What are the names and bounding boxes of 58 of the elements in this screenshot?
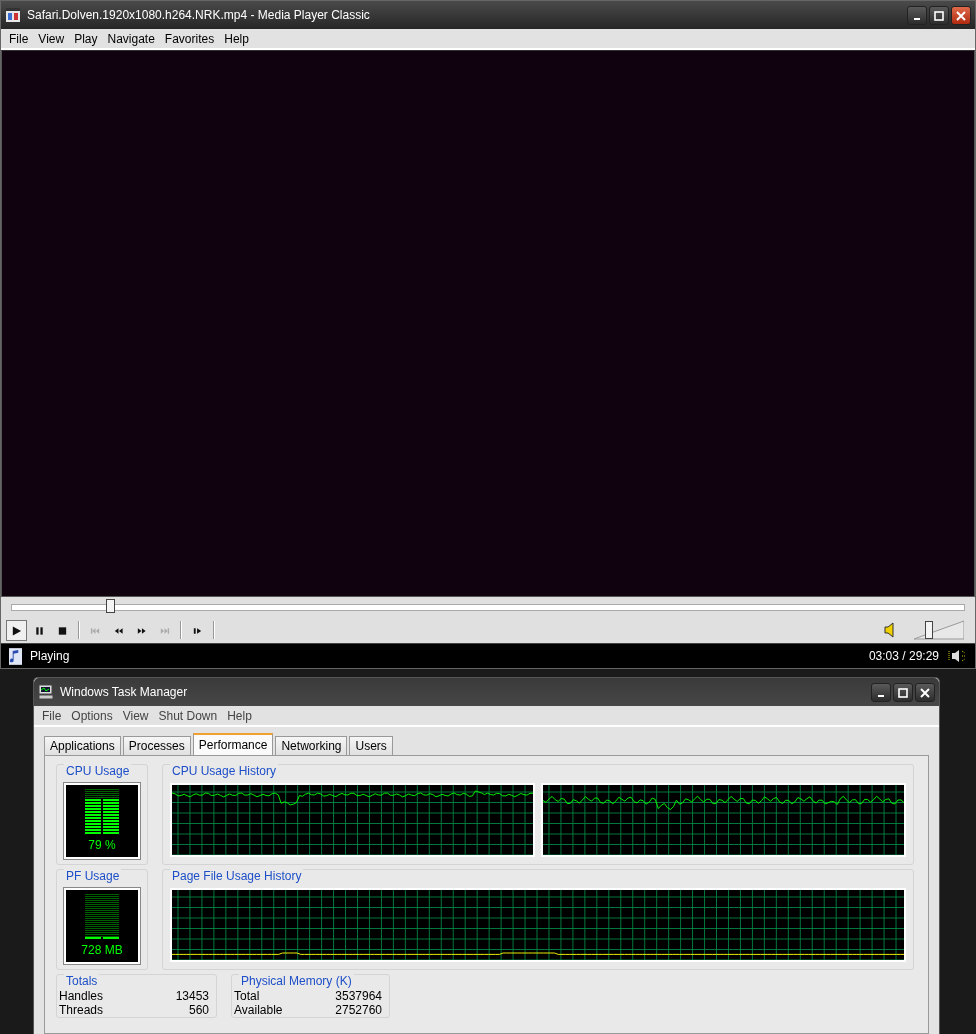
group-label: CPU Usage History bbox=[170, 764, 279, 778]
minimize-icon bbox=[914, 17, 920, 20]
maximize-icon bbox=[897, 686, 909, 699]
maximize-icon bbox=[933, 9, 945, 22]
stat-label: Threads bbox=[59, 1003, 104, 1017]
menu-item[interactable]: View bbox=[34, 31, 69, 46]
stat-label: Total bbox=[234, 989, 260, 1003]
stat-value: 560 bbox=[188, 1003, 209, 1017]
stat-value: 3537964 bbox=[335, 989, 382, 1003]
menu-item[interactable]: Help bbox=[220, 31, 253, 46]
tab[interactable]: Performance bbox=[192, 733, 274, 755]
pf-usage-reading: 728 MB bbox=[81, 943, 123, 957]
window-title: Windows Task Manager bbox=[60, 685, 188, 699]
tab[interactable]: Processes bbox=[122, 736, 191, 755]
speaker-icon bbox=[947, 649, 967, 663]
music-note-icon bbox=[9, 647, 22, 665]
group-label: Page File Usage History bbox=[170, 869, 304, 883]
maximize-button[interactable] bbox=[893, 682, 913, 702]
minimize-icon bbox=[878, 694, 884, 697]
menu-item[interactable]: Play bbox=[70, 31, 102, 46]
time-display: 03:03 / 29:29 bbox=[868, 649, 939, 663]
stat-label: Handles bbox=[59, 989, 104, 1003]
minimize-button[interactable] bbox=[907, 5, 927, 25]
tab[interactable]: Users bbox=[349, 736, 393, 755]
menu-item[interactable]: File bbox=[5, 31, 33, 46]
group-label: CPU Usage bbox=[64, 764, 132, 778]
volume-slider[interactable] bbox=[914, 620, 964, 640]
menu-item[interactable]: File bbox=[38, 708, 66, 723]
menu-item[interactable]: Navigate bbox=[103, 31, 159, 46]
menu-item[interactable]: View bbox=[118, 708, 153, 723]
close-icon bbox=[919, 686, 931, 699]
close-icon bbox=[955, 9, 967, 22]
close-button[interactable] bbox=[915, 682, 935, 702]
group-label: PF Usage bbox=[64, 869, 122, 883]
play-button[interactable] bbox=[6, 619, 27, 641]
group-label: Totals bbox=[64, 974, 100, 988]
minimize-button[interactable] bbox=[871, 682, 891, 702]
menu-item[interactable]: Shut Down bbox=[154, 708, 222, 723]
tab[interactable]: Applications bbox=[44, 736, 121, 755]
menu-item[interactable]: Help bbox=[223, 708, 256, 723]
seek-thumb[interactable] bbox=[106, 598, 116, 613]
tab[interactable]: Networking bbox=[275, 736, 348, 755]
pause-icon bbox=[34, 624, 45, 637]
volume-thumb[interactable] bbox=[925, 621, 933, 639]
cpu-usage-reading: 79 % bbox=[88, 838, 116, 852]
menu-item[interactable]: Options bbox=[67, 708, 117, 723]
play-icon bbox=[11, 624, 22, 637]
status-text: Playing bbox=[30, 649, 70, 663]
monitor-icon bbox=[38, 684, 54, 700]
menu-item[interactable]: Favorites bbox=[160, 31, 219, 46]
stop-icon bbox=[57, 624, 68, 637]
close-button[interactable] bbox=[951, 5, 971, 25]
maximize-button[interactable] bbox=[929, 5, 949, 25]
stat-value: 2752760 bbox=[335, 1003, 382, 1017]
window-title: Safari.Dolven.1920x1080.h264.NRK.mp4 - Media Player Classic bbox=[27, 8, 370, 22]
stat-label: Available bbox=[234, 1003, 283, 1017]
stat-value: 13453 bbox=[175, 989, 209, 1003]
group-label: Physical Memory (K) bbox=[239, 974, 354, 988]
